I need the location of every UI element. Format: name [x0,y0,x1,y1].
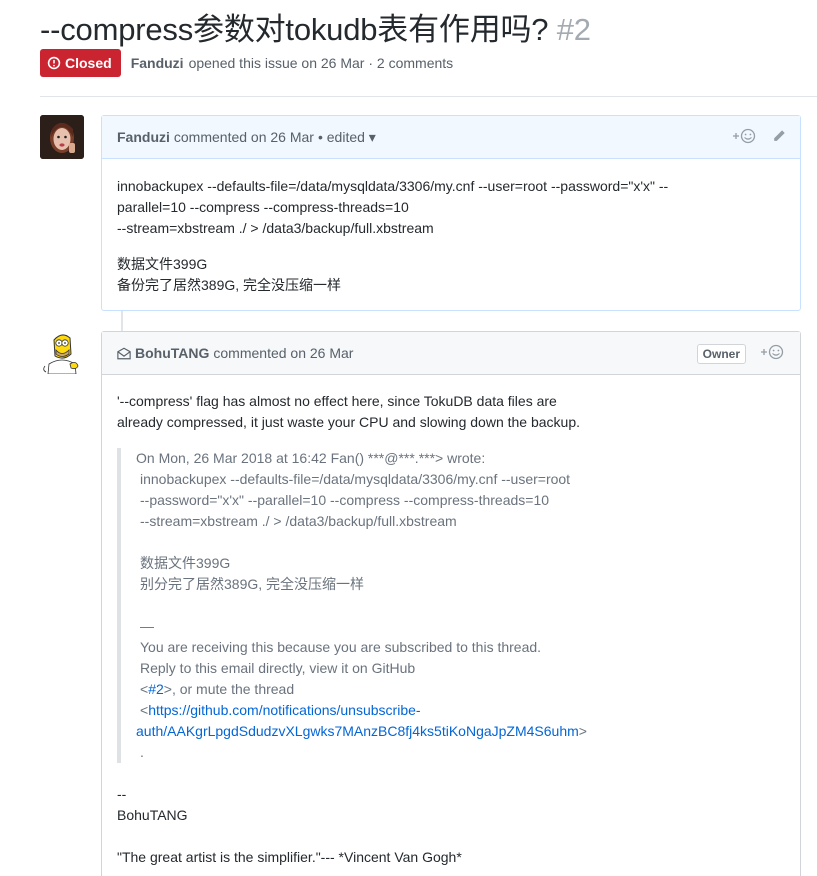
avatar-photo-icon [40,115,84,159]
comment-header: Fanduzi commented on 26 Mar • edited ▾ [102,116,800,159]
reply-paragraph: '--compress' flag has almost no effect h… [117,391,785,433]
comment-timestamp[interactable]: commented on 26 Mar [174,129,314,145]
quote-header: On Mon, 26 Mar 2018 at 16:42 Fan() ***@*… [136,450,486,466]
edit-comment-button[interactable] [772,129,786,146]
text-line: 数据文件399G [140,555,231,571]
smiley-plus-icon [761,344,784,360]
homer-avatar-icon [40,330,84,374]
comment-header: BohuTANG commented on 26 Mar Owner [102,332,800,375]
add-reaction-button[interactable] [732,128,758,147]
add-reaction-button[interactable] [760,344,786,363]
avatar[interactable] [40,330,84,374]
issue-link[interactable]: #2 [148,681,164,697]
edited-dropdown[interactable]: • edited ▾ [318,129,376,146]
text-line: '--compress' flag has almost no effect h… [117,393,557,409]
issue-meta: Closed Fanduzi opened this issue on 26 M… [40,48,453,78]
text-line: Reply to this email directly, view it on… [140,660,416,676]
issue-title: --compress参数对tokudb表有作用吗? #2 [40,4,591,49]
divider [40,96,817,97]
text-line: --stream=xbstream ./ > /data3/backup/ful… [140,513,457,529]
text-line: <#2>, or mute the thread [140,679,785,700]
text-line: BohuTANG [117,807,188,823]
smiley-plus-icon [733,128,756,144]
issue-meta-text: opened this issue on 26 Mar · 2 comments [188,55,454,71]
text-line: parallel=10 --compress --compress-thread… [117,199,409,215]
comment-body: '--compress' flag has almost no effect h… [102,375,800,868]
owner-badge: Owner [696,343,746,364]
text-line: — [140,618,154,634]
signature: -- BohuTANG "The great artist is the sim… [117,784,785,868]
comment-author-link[interactable]: BohuTANG [135,345,209,361]
issue-title-text: --compress参数对tokudb表有作用吗? [40,12,549,47]
timeline-connector [121,311,123,331]
note-paragraph: 数据文件399G 备份完了居然389G, 完全没压缩一样 [117,254,785,296]
issue-author-link[interactable]: Fanduzi [131,55,184,71]
text-fragment: < [140,681,149,697]
comment-timestamp[interactable]: commented on 26 Mar [213,345,353,361]
email-icon [117,347,131,359]
text-line: innobackupex --defaults-file=/data/mysql… [117,178,669,194]
comment-actions [732,116,786,159]
issue-number: #2 [556,12,591,47]
comment-author-link[interactable]: Fanduzi [117,129,170,145]
pencil-icon [774,130,785,141]
text-fragment: > [578,723,587,739]
text-line: --stream=xbstream ./ > /data3/backup/ful… [117,220,434,236]
status-badge: Closed [40,49,121,77]
text-line: You are receiving this because you are s… [140,639,542,655]
text-line: innobackupex --defaults-file=/data/mysql… [140,471,571,487]
text-line: 备份完了居然389G, 完全没压缩一样 [117,277,342,293]
text-line: auth/AAKgrLpgdSdudzvXLgwks7MAnzBC8fj4ks5… [136,721,785,742]
unsubscribe-link[interactable]: auth/AAKgrLpgdSdudzvXLgwks7MAnzBC8fj4ks5… [136,723,579,739]
unsubscribe-link[interactable]: https://github.com/notifications/unsubsc… [148,702,420,718]
comment-body: innobackupex --defaults-file=/data/mysql… [102,159,800,296]
text-line: 数据文件399G [117,256,208,272]
comment-card: BohuTANG commented on 26 Mar Owner '--co… [101,331,801,876]
quote-content: innobackupex --defaults-file=/data/mysql… [136,469,785,721]
text-line: --password="x'x" --parallel=10 --compres… [140,492,550,508]
comment-card: Fanduzi commented on 26 Mar • edited ▾ i… [101,115,801,311]
text-fragment: >, or mute the thread [163,681,295,697]
avatar[interactable] [40,115,84,159]
command-paragraph: innobackupex --defaults-file=/data/mysql… [117,176,785,239]
comment-actions: Owner [696,332,786,375]
email-quote: On Mon, 26 Mar 2018 at 16:42 Fan() ***@*… [117,448,785,763]
text-line: . [140,744,144,760]
status-badge-label: Closed [65,55,112,71]
text-line: -- [117,786,127,802]
issue-closed-icon [47,56,61,70]
text-fragment: < [140,702,149,718]
text-line: <https://github.com/notifications/unsubs… [140,700,785,721]
text-line: already compressed, it just waste your C… [117,414,581,430]
text-line: "The great artist is the simplifier."---… [117,849,462,865]
text-line: 别分完了居然389G, 完全没压缩一样 [140,576,365,592]
